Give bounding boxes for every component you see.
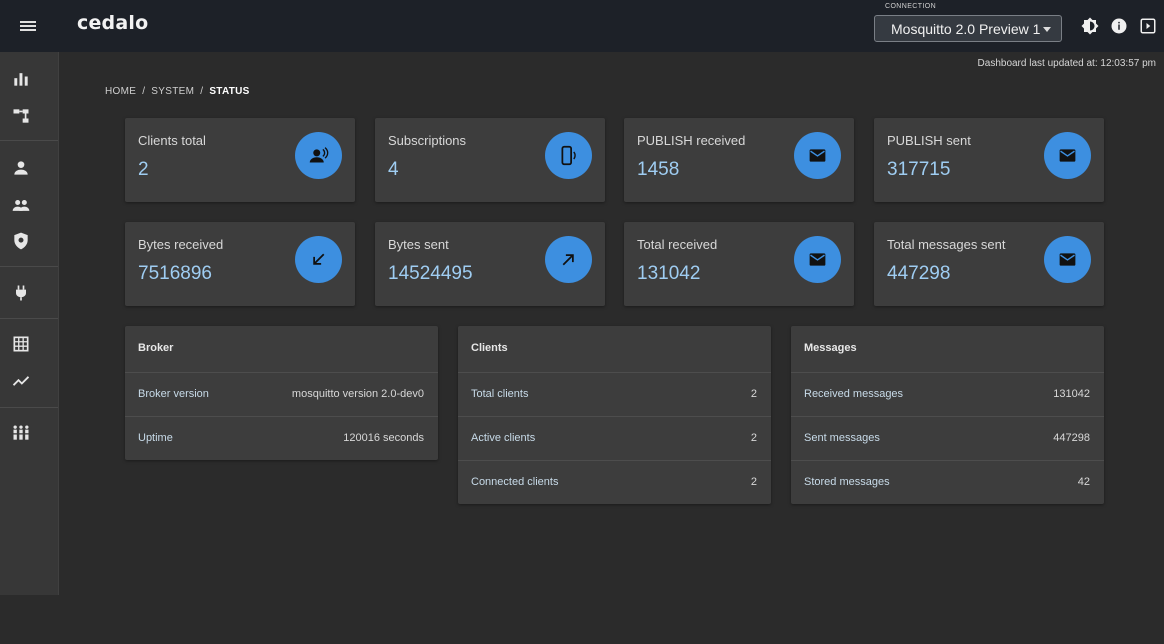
card-label: PUBLISH received xyxy=(637,133,746,148)
groups-icon[interactable] xyxy=(11,195,31,215)
card-label: Bytes received xyxy=(138,237,224,252)
grid-icon[interactable] xyxy=(11,334,31,354)
card-subscriptions: Subscriptions 4 xyxy=(375,118,605,202)
trend-line-icon[interactable] xyxy=(11,371,31,391)
row-key: Connected clients xyxy=(471,476,559,488)
mail-icon xyxy=(1059,253,1076,266)
row-value: 2 xyxy=(750,476,757,488)
card-total-messages-sent: Total messages sent 447298 xyxy=(874,222,1104,306)
row-key: Sent messages xyxy=(804,432,880,444)
connection-label: CONNECTION xyxy=(885,3,937,10)
table-row: Connected clients 2 xyxy=(458,461,771,504)
panel-header: Clients xyxy=(458,326,771,373)
card-icon-badge xyxy=(295,236,342,283)
card-label: Clients total xyxy=(138,133,206,148)
clients-panel: Clients Total clients 2 Active clients 2… xyxy=(458,326,771,504)
arrow-down-left-icon xyxy=(313,253,325,265)
bar-chart-icon[interactable] xyxy=(11,69,31,89)
card-icon-badge xyxy=(295,132,342,179)
card-icon-badge xyxy=(1044,132,1091,179)
card-bytes-received: Bytes received 7516896 xyxy=(125,222,355,306)
card-value: 131042 xyxy=(637,263,701,284)
card-label: PUBLISH sent xyxy=(887,133,971,148)
row-value: 447298 xyxy=(1053,432,1090,444)
top-app-bar: cedalo CONNECTION Mosquitto 2.0 Preview … xyxy=(0,0,1164,52)
row-value: 131042 xyxy=(1053,388,1090,400)
topology-icon[interactable] xyxy=(11,106,31,126)
row-key: Broker version xyxy=(138,388,209,400)
table-row: Broker version mosquitto version 2.0-dev… xyxy=(125,373,438,417)
card-publish-received: PUBLISH received 1458 xyxy=(624,118,854,202)
subscriptions-icon xyxy=(561,145,576,166)
table-row: Sent messages 447298 xyxy=(791,417,1104,461)
connection-value: Mosquitto 2.0 Preview 1 xyxy=(891,21,1041,37)
row-value: 2 xyxy=(750,388,757,400)
table-row: Stored messages 42 xyxy=(791,461,1104,504)
card-label: Subscriptions xyxy=(388,133,467,148)
card-icon-badge xyxy=(794,236,841,283)
user-icon[interactable] xyxy=(11,158,31,178)
row-key: Received messages xyxy=(804,388,904,400)
plugin-icon[interactable] xyxy=(11,283,31,303)
card-value: 14524495 xyxy=(388,263,473,284)
breadcrumb: HOME / SYSTEM / STATUS xyxy=(105,86,250,97)
card-value: 2 xyxy=(138,159,149,180)
card-label: Total messages sent xyxy=(887,237,1006,252)
logout-icon[interactable] xyxy=(1139,17,1157,35)
card-value: 447298 xyxy=(887,263,951,284)
row-key: Total clients xyxy=(471,388,529,400)
panel-header: Broker xyxy=(125,326,438,373)
card-value: 7516896 xyxy=(138,263,212,284)
chevron-down-icon xyxy=(1043,27,1051,32)
messages-panel: Messages Received messages 131042 Sent m… xyxy=(791,326,1104,504)
panel-header: Messages xyxy=(791,326,1104,373)
card-label: Total received xyxy=(637,237,718,252)
card-publish-sent: PUBLISH sent 317715 xyxy=(874,118,1104,202)
mail-icon xyxy=(809,149,826,162)
breadcrumb-home[interactable]: HOME xyxy=(105,86,136,97)
table-row: Active clients 2 xyxy=(458,417,771,461)
row-key: Active clients xyxy=(471,432,536,444)
table-row: Received messages 131042 xyxy=(791,373,1104,417)
app-logo: cedalo xyxy=(77,12,149,34)
last-updated-text: Dashboard last updated at: 12:03:57 pm xyxy=(977,58,1156,69)
card-total-received: Total received 131042 xyxy=(624,222,854,306)
row-value: 2 xyxy=(750,432,757,444)
menu-icon[interactable] xyxy=(16,14,40,38)
theme-toggle-icon[interactable] xyxy=(1081,17,1099,35)
mail-icon xyxy=(1059,149,1076,162)
broker-panel: Broker Broker version mosquitto version … xyxy=(125,326,438,460)
row-value: 120016 seconds xyxy=(343,432,424,444)
security-shield-icon[interactable] xyxy=(11,231,31,251)
info-icon[interactable] xyxy=(1110,17,1128,35)
table-row: Uptime 120016 seconds xyxy=(125,417,438,460)
breadcrumb-current: STATUS xyxy=(209,86,250,97)
card-value: 317715 xyxy=(887,159,951,180)
row-value: mosquitto version 2.0-dev0 xyxy=(291,388,424,400)
card-bytes-sent: Bytes sent 14524495 xyxy=(375,222,605,306)
mail-icon xyxy=(809,253,826,266)
panel-title: Messages xyxy=(804,342,857,354)
card-label: Bytes sent xyxy=(388,237,449,252)
card-icon-badge xyxy=(794,132,841,179)
card-icon-badge xyxy=(545,236,592,283)
card-icon-badge xyxy=(545,132,592,179)
card-clients-total: Clients total 2 xyxy=(125,118,355,202)
row-key: Stored messages xyxy=(804,476,890,488)
panel-title: Clients xyxy=(471,342,508,354)
card-icon-badge xyxy=(1044,236,1091,283)
connection-select[interactable]: Mosquitto 2.0 Preview 1 xyxy=(874,15,1062,42)
table-row: Total clients 2 xyxy=(458,373,771,417)
breadcrumb-system[interactable]: SYSTEM xyxy=(151,86,194,97)
panel-title: Broker xyxy=(138,342,174,354)
card-value: 1458 xyxy=(637,159,680,180)
sidebar xyxy=(0,52,59,595)
card-value: 4 xyxy=(388,159,399,180)
row-value: 42 xyxy=(1077,476,1090,488)
arrow-up-right-icon xyxy=(562,254,574,266)
row-key: Uptime xyxy=(138,432,173,444)
clients-icon xyxy=(309,147,329,163)
cluster-icon[interactable] xyxy=(11,423,31,443)
